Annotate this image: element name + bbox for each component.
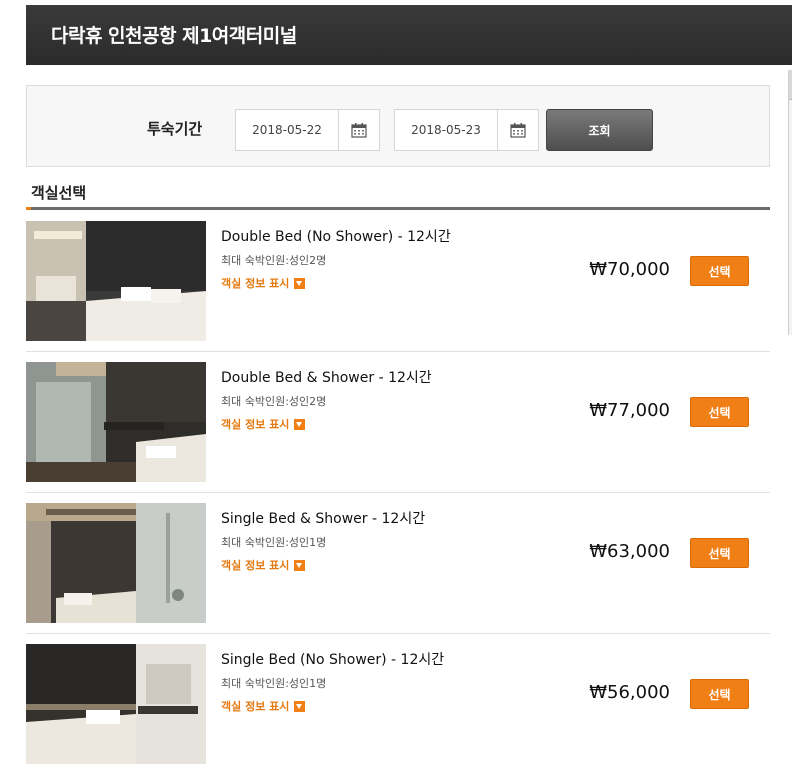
search-button[interactable]: 조회 xyxy=(546,109,653,151)
room-info-label[interactable]: 객실 정보 표시 xyxy=(221,698,289,714)
room-name: Single Bed & Shower - 12시간 xyxy=(221,511,426,527)
room-capacity: 최대 숙박인원:성인1명 xyxy=(221,677,327,690)
check-in-date-field[interactable]: 2018-05-22 xyxy=(235,109,380,151)
room-capacity: 최대 숙박인원:성인1명 xyxy=(221,536,327,549)
select-room-button[interactable]: 선택 xyxy=(690,256,749,286)
room-name: Double Bed & Shower - 12시간 xyxy=(221,370,432,386)
check-in-date-value[interactable]: 2018-05-22 xyxy=(236,110,339,150)
room-selection-heading: 객실선택 xyxy=(31,184,87,202)
room-photo-image xyxy=(26,503,206,623)
room-item: Single Bed (No Shower) - 12시간 최대 숙박인원:성인… xyxy=(26,634,770,769)
room-item: Double Bed (No Shower) - 12시간 최대 숙박인원:성인… xyxy=(26,211,770,352)
check-out-calendar-button[interactable] xyxy=(498,110,538,150)
dropdown-arrow-icon[interactable] xyxy=(294,418,306,430)
check-out-date-field[interactable]: 2018-05-23 xyxy=(394,109,539,151)
room-item: Single Bed & Shower - 12시간 최대 숙박인원:성인1명 … xyxy=(26,493,770,634)
check-in-calendar-button[interactable] xyxy=(339,110,379,150)
check-out-date-value[interactable]: 2018-05-23 xyxy=(395,110,498,150)
room-price: ₩77,000 xyxy=(589,400,670,421)
room-price: ₩63,000 xyxy=(589,541,670,562)
calendar-icon xyxy=(351,122,367,138)
dropdown-arrow-icon[interactable] xyxy=(294,277,306,289)
dropdown-arrow-icon[interactable] xyxy=(294,559,306,571)
room-name: Single Bed (No Shower) - 12시간 xyxy=(221,652,445,668)
room-info-label[interactable]: 객실 정보 표시 xyxy=(221,275,289,291)
room-photo-image xyxy=(26,362,206,482)
room-info-label[interactable]: 객실 정보 표시 xyxy=(221,557,289,573)
room-photo-image xyxy=(26,644,206,764)
room-photo[interactable] xyxy=(26,503,206,623)
room-info-toggle[interactable]: 객실 정보 표시 xyxy=(221,416,306,432)
room-price: ₩70,000 xyxy=(589,259,670,280)
stay-period-label: 투숙기간 xyxy=(147,120,203,138)
scrollbar[interactable] xyxy=(788,70,792,335)
room-info-toggle[interactable]: 객실 정보 표시 xyxy=(221,275,306,291)
calendar-icon xyxy=(510,122,526,138)
room-photo[interactable] xyxy=(26,221,206,341)
select-room-button[interactable]: 선택 xyxy=(690,679,749,709)
select-room-button[interactable]: 선택 xyxy=(690,397,749,427)
stay-period-search: 투숙기간 2018-05-22 2018-05-23 조회 xyxy=(26,85,770,167)
room-name: Double Bed (No Shower) - 12시간 xyxy=(221,229,451,245)
dropdown-arrow-icon[interactable] xyxy=(294,700,306,712)
page-title: 다락휴 인천공항 제1여객터미널 xyxy=(51,25,297,47)
room-photo[interactable] xyxy=(26,644,206,764)
room-price: ₩56,000 xyxy=(589,682,670,703)
room-capacity: 최대 숙박인원:성인2명 xyxy=(221,254,327,267)
page-header: 다락휴 인천공항 제1여객터미널 xyxy=(26,5,792,65)
room-info-toggle[interactable]: 객실 정보 표시 xyxy=(221,557,306,573)
room-item: Double Bed & Shower - 12시간 최대 숙박인원:성인2명 … xyxy=(26,352,770,493)
room-info-toggle[interactable]: 객실 정보 표시 xyxy=(221,698,306,714)
room-photo-image xyxy=(26,221,206,341)
select-room-button[interactable]: 선택 xyxy=(690,538,749,568)
section-divider-accent xyxy=(26,207,31,210)
room-photo[interactable] xyxy=(26,362,206,482)
room-info-label[interactable]: 객실 정보 표시 xyxy=(221,416,289,432)
room-capacity: 최대 숙박인원:성인2명 xyxy=(221,395,327,408)
section-divider xyxy=(26,207,770,210)
